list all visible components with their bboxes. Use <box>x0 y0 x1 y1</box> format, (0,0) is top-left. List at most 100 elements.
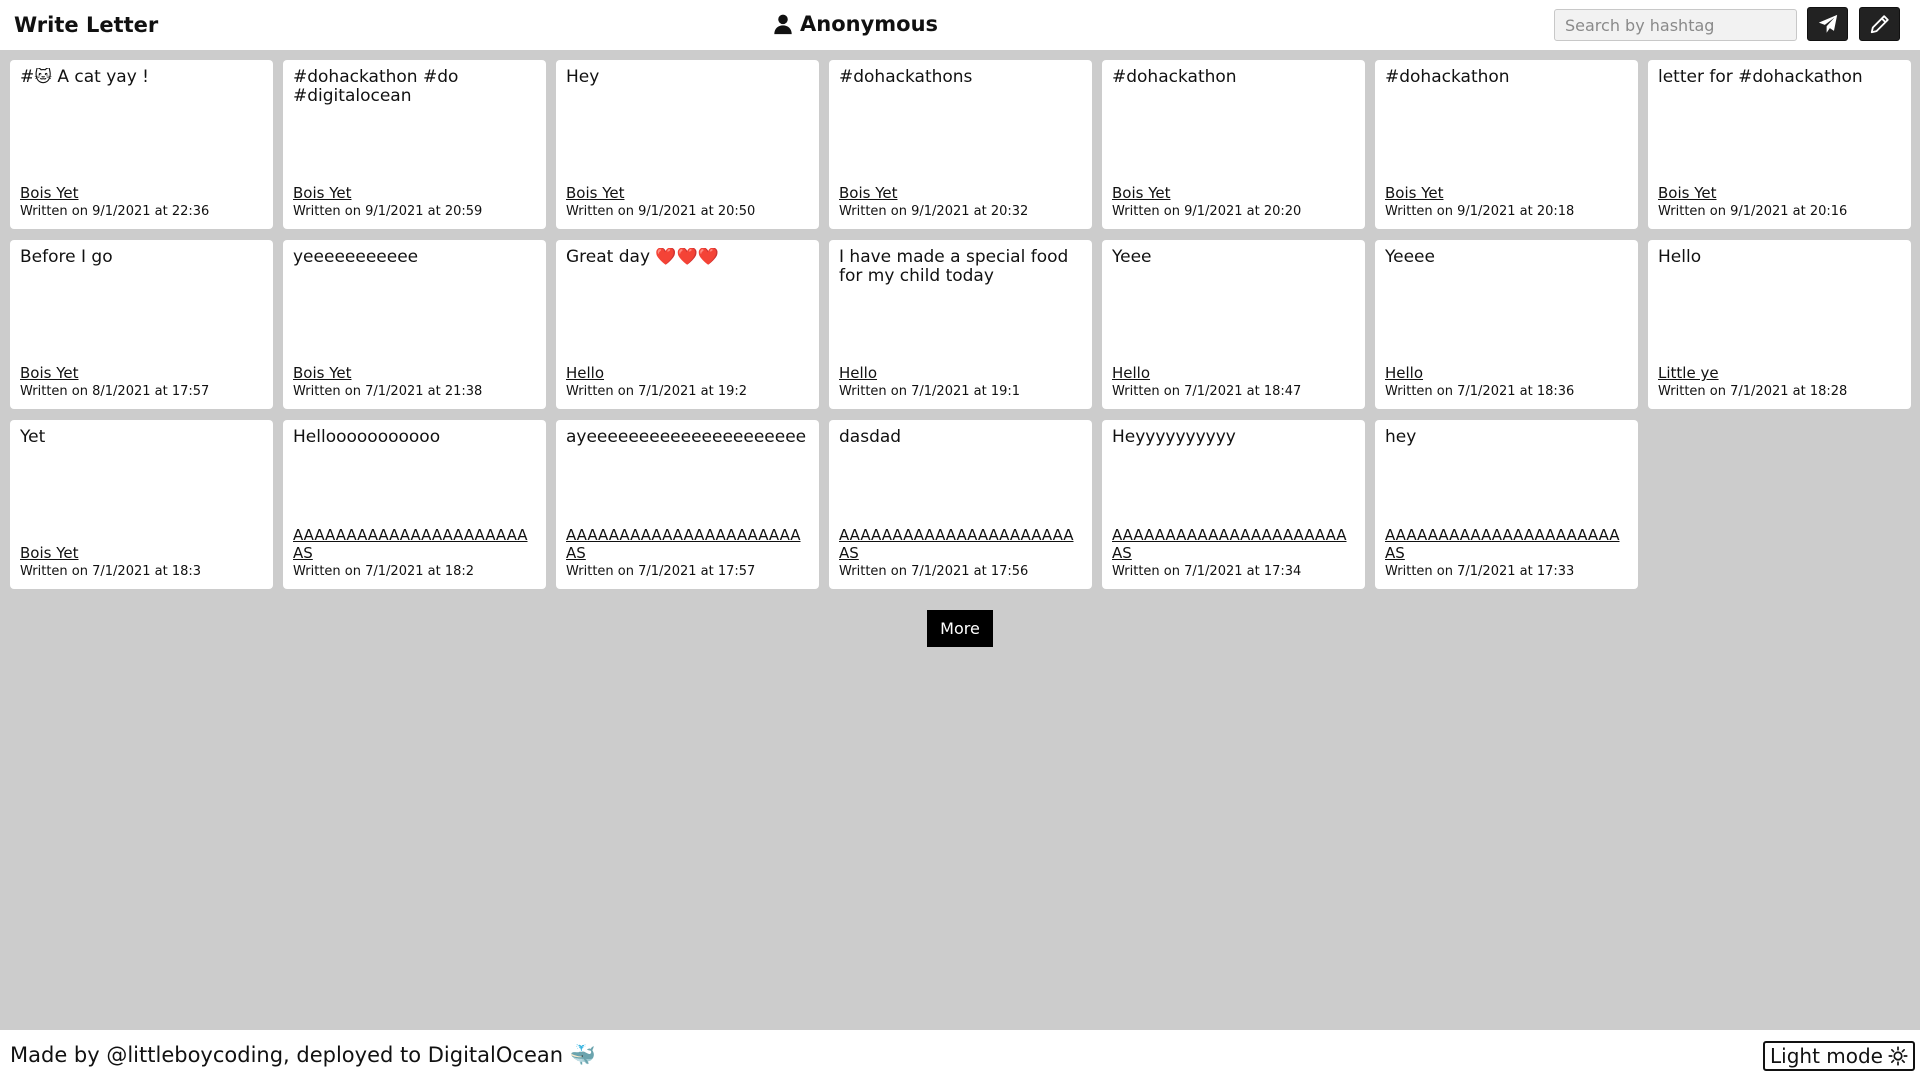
mode-label: Light mode <box>1770 1044 1883 1068</box>
letter-author-link[interactable]: AAAAAAAAAAAAAAAAAAAAAAAS <box>566 526 811 562</box>
letter-author-link[interactable]: Bois Yet <box>20 544 265 562</box>
letter-card[interactable]: ayeeeeeeeeeeeeeeeeeeeee AAAAAAAAAAAAAAAAA… <box>556 420 819 589</box>
letter-card[interactable]: Yeeee Hello Written on 7/1/2021 at 18:36 <box>1375 240 1638 409</box>
letter-card[interactable]: dasdad AAAAAAAAAAAAAAAAAAAAAAAS Written on… <box>829 420 1092 589</box>
letter-meta: Bois Yet Written on 9/1/2021 at 20:50 <box>566 184 811 221</box>
light-mode-toggle[interactable]: Light mode <box>1763 1041 1915 1071</box>
letter-author-link[interactable]: Bois Yet <box>1658 184 1903 202</box>
letter-card[interactable]: letter for #dohackathon Bois Yet Written o… <box>1648 60 1911 229</box>
letter-author-link[interactable]: Bois Yet <box>1385 184 1630 202</box>
letter-text: Before I go <box>20 248 113 267</box>
letter-card[interactable]: #🐱 A cat yay ! Bois Yet Written on 9/1/202… <box>10 60 273 229</box>
letter-card[interactable]: hey AAAAAAAAAAAAAAAAAAAAAAAS Written on 7/… <box>1375 420 1638 589</box>
letter-date: Written on 7/1/2021 at 19:2 <box>566 384 748 399</box>
letter-date: Written on 7/1/2021 at 18:36 <box>1385 384 1575 399</box>
letter-author-link[interactable]: Hello <box>566 364 811 382</box>
letter-text: Hey <box>566 68 600 87</box>
letter-text: #dohackathons <box>839 68 973 87</box>
more-button[interactable]: More <box>927 610 993 647</box>
letter-meta: Bois Yet Written on 7/1/2021 at 21:38 <box>293 364 538 401</box>
letter-card[interactable]: Hellooooooooooo AAAAAAAAAAAAAAAAAAAAAAAS W… <box>283 420 546 589</box>
letter-text: Hello <box>1658 248 1702 267</box>
letter-meta: Bois Yet Written on 9/1/2021 at 20:18 <box>1385 184 1630 221</box>
letter-author-link[interactable]: Hello <box>1112 364 1357 382</box>
letter-date: Written on 9/1/2021 at 20:20 <box>1112 204 1302 219</box>
letter-card[interactable]: Yeee Hello Written on 7/1/2021 at 18:47 <box>1102 240 1365 409</box>
current-user: Anonymous <box>772 12 938 36</box>
letter-card[interactable]: Hey Bois Yet Written on 9/1/2021 at 20:50 <box>556 60 819 229</box>
letter-meta: Hello Written on 7/1/2021 at 18:36 <box>1385 364 1630 401</box>
letter-text: I have made a special food for my child … <box>839 248 1069 286</box>
letter-card[interactable]: Before I go Bois Yet Written on 8/1/2021 a… <box>10 240 273 409</box>
letter-meta: Bois Yet Written on 7/1/2021 at 18:3 <box>20 544 265 581</box>
letter-author-link[interactable]: Bois Yet <box>20 364 265 382</box>
letter-author-link[interactable]: Bois Yet <box>566 184 811 202</box>
letter-text: Yet <box>20 428 46 447</box>
letter-date: Written on 9/1/2021 at 20:59 <box>293 204 483 219</box>
letter-author-link[interactable]: Bois Yet <box>293 364 538 382</box>
user-icon <box>772 13 794 35</box>
letter-author-link[interactable]: Bois Yet <box>839 184 1084 202</box>
sun-icon <box>1888 1046 1908 1066</box>
letter-card[interactable]: Yet Bois Yet Written on 7/1/2021 at 18:3 <box>10 420 273 589</box>
letter-meta: AAAAAAAAAAAAAAAAAAAAAAAS Written on 7/1/2… <box>293 526 538 581</box>
letter-text: #dohackathon #do #digitalocean <box>293 68 459 106</box>
top-bar: Write Letter Anonymous <box>0 0 1920 50</box>
letter-card[interactable]: #dohackathon Bois Yet Written on 9/1/2021 … <box>1102 60 1365 229</box>
letter-author-link[interactable]: AAAAAAAAAAAAAAAAAAAAAAAS <box>1385 526 1630 562</box>
letter-card[interactable]: #dohackathons Bois Yet Written on 9/1/2021… <box>829 60 1092 229</box>
letters-grid: #🐱 A cat yay ! Bois Yet Written on 9/1/202… <box>10 60 1911 589</box>
letter-card[interactable]: Heyyyyyyyyyy AAAAAAAAAAAAAAAAAAAAAAAS Writ… <box>1102 420 1365 589</box>
letter-date: Written on 9/1/2021 at 20:16 <box>1658 204 1848 219</box>
letter-text: #🐱 A cat yay ! <box>20 68 149 87</box>
letter-date: Written on 7/1/2021 at 18:28 <box>1658 384 1848 399</box>
letter-date: Written on 9/1/2021 at 20:32 <box>839 204 1029 219</box>
write-letter-button[interactable] <box>1859 7 1900 41</box>
letter-card[interactable]: #dohackathon Bois Yet Written on 9/1/2021 … <box>1375 60 1638 229</box>
letter-date: Written on 9/1/2021 at 20:50 <box>566 204 756 219</box>
letter-meta: Bois Yet Written on 9/1/2021 at 20:20 <box>1112 184 1357 221</box>
letter-author-link[interactable]: AAAAAAAAAAAAAAAAAAAAAAAS <box>293 526 538 562</box>
letter-meta: AAAAAAAAAAAAAAAAAAAAAAAS Written on 7/1/2… <box>1385 526 1630 581</box>
letter-meta: Hello Written on 7/1/2021 at 19:1 <box>839 364 1084 401</box>
letter-author-link[interactable]: Hello <box>839 364 1084 382</box>
letter-card[interactable]: Hello Little ye Written on 7/1/2021 at 18:… <box>1648 240 1911 409</box>
letter-text: Heyyyyyyyyyy <box>1112 428 1236 447</box>
app-title[interactable]: Write Letter <box>14 13 158 37</box>
user-name: Anonymous <box>800 12 939 36</box>
footer-credit: Made by @littleboycoding, deployed to Di… <box>10 1043 596 1067</box>
letter-author-link[interactable]: Hello <box>1385 364 1630 382</box>
hashtag-search-input[interactable] <box>1554 9 1797 41</box>
letter-card[interactable]: yeeeeeeeeeee Bois Yet Written on 7/1/2021 … <box>283 240 546 409</box>
letter-card[interactable]: Great day ❤️❤️❤️ Hello Written on 7/1/2021… <box>556 240 819 409</box>
send-button[interactable] <box>1807 7 1848 41</box>
letter-author-link[interactable]: AAAAAAAAAAAAAAAAAAAAAAAS <box>839 526 1084 562</box>
letter-meta: Hello Written on 7/1/2021 at 19:2 <box>566 364 811 401</box>
letter-card[interactable]: I have made a special food for my child … <box>829 240 1092 409</box>
paper-plane-icon <box>1817 13 1839 35</box>
letter-author-link[interactable]: Bois Yet <box>293 184 538 202</box>
letter-author-link[interactable]: Bois Yet <box>20 184 265 202</box>
letter-card[interactable]: #dohackathon #do #digitalocean Bois Yet Wr… <box>283 60 546 229</box>
letter-date: Written on 7/1/2021 at 18:47 <box>1112 384 1302 399</box>
letter-date: Written on 9/1/2021 at 22:36 <box>20 204 210 219</box>
letter-date: Written on 7/1/2021 at 17:34 <box>1112 564 1302 579</box>
letter-author-link[interactable]: AAAAAAAAAAAAAAAAAAAAAAAS <box>1112 526 1357 562</box>
letter-text: dasdad <box>839 428 902 447</box>
letter-text: letter for #dohackathon <box>1658 68 1863 87</box>
letter-meta: Bois Yet Written on 8/1/2021 at 17:57 <box>20 364 265 401</box>
letter-text: Yeee <box>1112 248 1152 267</box>
letter-text: #dohackathon <box>1385 68 1510 87</box>
letter-date: Written on 9/1/2021 at 20:18 <box>1385 204 1575 219</box>
letter-text: Hellooooooooooo <box>293 428 441 447</box>
letter-meta: Bois Yet Written on 9/1/2021 at 20:32 <box>839 184 1084 221</box>
letter-text: hey <box>1385 428 1417 447</box>
letter-date: Written on 7/1/2021 at 19:1 <box>839 384 1021 399</box>
footer: Made by @littleboycoding, deployed to Di… <box>0 1030 1920 1080</box>
letter-meta: Bois Yet Written on 9/1/2021 at 20:16 <box>1658 184 1903 221</box>
letter-text: yeeeeeeeeeee <box>293 248 419 267</box>
letter-author-link[interactable]: Little ye <box>1658 364 1903 382</box>
letter-meta: Bois Yet Written on 9/1/2021 at 22:36 <box>20 184 265 221</box>
letter-author-link[interactable]: Bois Yet <box>1112 184 1357 202</box>
letter-date: Written on 7/1/2021 at 21:38 <box>293 384 483 399</box>
